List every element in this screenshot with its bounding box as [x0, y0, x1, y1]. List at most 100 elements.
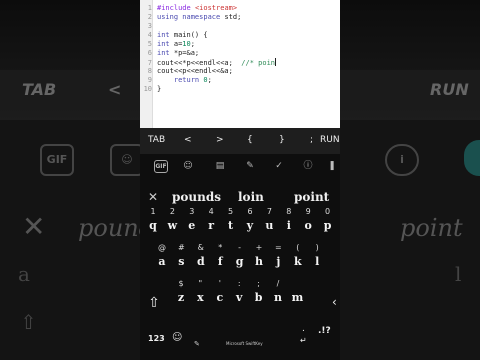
- code-token: 10: [182, 40, 191, 48]
- pen-icon[interactable]: ✎: [194, 340, 200, 348]
- code-line[interactable]: 8 cout<<p<<endl<<&a;: [142, 67, 233, 76]
- code-line[interactable]: 9 return 0;: [142, 76, 212, 85]
- key-secondary-label: /: [276, 279, 280, 288]
- key-p[interactable]: p: [319, 219, 337, 232]
- code-line[interactable]: 2 using namespace std;: [142, 13, 242, 22]
- ghost-run-label: RUN: [430, 80, 469, 99]
- key-secondary-label: @: [158, 243, 166, 252]
- checkmark-icon[interactable]: ✓: [271, 158, 287, 174]
- ghost-suggestion-right: point: [400, 214, 463, 242]
- mic-icon[interactable]: ❚: [324, 158, 340, 174]
- run-button[interactable]: RUN: [320, 135, 340, 145]
- key-i[interactable]: i: [280, 219, 298, 232]
- code-line[interactable]: 7 cout<<*p<<endl<<a; //* poin: [142, 58, 277, 67]
- key-secondary-label: 5: [228, 207, 234, 216]
- key-f[interactable]: f: [211, 255, 229, 268]
- code-token: int: [157, 49, 174, 57]
- close-brace-key[interactable]: }: [279, 135, 285, 145]
- key-secondary-label: &: [197, 243, 204, 252]
- key-secondary-label: 6: [247, 207, 253, 216]
- line-number: 5: [147, 40, 152, 48]
- info-icon[interactable]: ⓘ: [300, 158, 316, 174]
- cursor-left-key[interactable]: <: [184, 135, 192, 145]
- clipboard-icon[interactable]: ▤: [212, 158, 228, 174]
- key-t[interactable]: t: [222, 219, 240, 232]
- code-token: *p=&a;: [173, 49, 200, 57]
- key-s[interactable]: s: [172, 255, 190, 268]
- ghost-close-icon: ✕: [22, 210, 46, 243]
- key-n[interactable]: n: [269, 291, 287, 304]
- code-token: int: [157, 40, 174, 48]
- enter-key[interactable]: ↵: [300, 336, 307, 345]
- key-row-3: $ z " x ' c: v; b / n m: [140, 279, 340, 308]
- ghost-key-l: l: [455, 262, 462, 286]
- key-z[interactable]: z: [172, 291, 190, 304]
- key-secondary-label: 1: [150, 207, 156, 216]
- key-b[interactable]: b: [250, 291, 268, 304]
- code-token: <iostream>: [194, 4, 238, 12]
- key-o[interactable]: o: [299, 219, 317, 232]
- period-key[interactable]: .: [302, 324, 305, 334]
- suggestion-left[interactable]: pounds: [172, 190, 221, 204]
- key-secondary-label: (: [296, 243, 300, 252]
- code-line[interactable]: 10}: [142, 85, 162, 94]
- key-j[interactable]: j: [269, 255, 287, 268]
- extra-keys-bar: TAB < > { } ; RUN: [140, 128, 340, 154]
- key-c[interactable]: c: [211, 291, 229, 304]
- key-u[interactable]: u: [260, 219, 278, 232]
- key-secondary-label: :: [237, 279, 241, 288]
- key-l[interactable]: l: [308, 255, 326, 268]
- translate-icon[interactable]: ✎: [242, 158, 258, 174]
- punctuation-key[interactable]: .!?: [318, 326, 331, 336]
- backspace-key[interactable]: ‹: [332, 295, 337, 309]
- key-k[interactable]: k: [289, 255, 307, 268]
- semicolon-key[interactable]: ;: [310, 135, 313, 145]
- emoji-key[interactable]: ☺: [172, 332, 182, 343]
- number-toggle-key[interactable]: 123: [148, 334, 165, 343]
- code-token: ;: [207, 76, 212, 84]
- ghost-left-label: <: [108, 80, 122, 99]
- key-w[interactable]: w: [163, 219, 181, 232]
- key-q[interactable]: q: [144, 219, 162, 232]
- space-bar[interactable]: Microsoft SwiftKey: [226, 341, 263, 346]
- key-y[interactable]: y: [241, 219, 259, 232]
- shift-key[interactable]: ⇧: [146, 295, 162, 311]
- key-m[interactable]: m: [288, 291, 306, 304]
- key-d[interactable]: d: [192, 255, 210, 268]
- suggestion-center[interactable]: loin: [238, 190, 264, 204]
- code-token: ;: [190, 40, 195, 48]
- ghost-info-icon: i: [385, 144, 419, 176]
- line-number: 2: [147, 13, 152, 21]
- code-token: #include: [157, 4, 195, 12]
- line-number: 4: [147, 31, 152, 39]
- code-token: }: [157, 85, 162, 93]
- code-token: main() {: [173, 31, 208, 39]
- open-brace-key[interactable]: {: [247, 135, 253, 145]
- code-line[interactable]: 4 int main() {: [142, 31, 208, 40]
- code-line[interactable]: 6 int *p=&a;: [142, 49, 199, 58]
- ghost-gif-icon: GIF: [40, 144, 74, 176]
- cursor-right-key[interactable]: >: [216, 135, 224, 145]
- close-suggestions-icon[interactable]: ✕: [148, 190, 158, 204]
- ghost-key-a: a: [18, 262, 30, 286]
- key-a[interactable]: a: [153, 255, 171, 268]
- code-line[interactable]: 5 int a=10;: [142, 40, 195, 49]
- key-r[interactable]: r: [202, 219, 220, 232]
- key-x[interactable]: x: [191, 291, 209, 304]
- key-secondary-label: 2: [169, 207, 175, 216]
- line-number: 8: [147, 67, 152, 75]
- key-secondary-label: $: [178, 279, 184, 288]
- gif-icon[interactable]: GIF: [154, 160, 168, 173]
- key-secondary-label: +: [255, 243, 263, 252]
- key-g[interactable]: g: [231, 255, 249, 268]
- key-v[interactable]: v: [230, 291, 248, 304]
- code-editor[interactable]: 1 #include <iostream> 2 using namespace std…: [140, 0, 340, 128]
- tab-key[interactable]: TAB: [148, 135, 165, 145]
- code-line[interactable]: 1 #include <iostream>: [142, 4, 237, 13]
- code-line[interactable]: 3: [142, 22, 157, 31]
- key-e[interactable]: e: [183, 219, 201, 232]
- key-h[interactable]: h: [250, 255, 268, 268]
- suggestion-right[interactable]: point: [294, 190, 329, 204]
- key-secondary-label: =: [275, 243, 282, 252]
- sticker-icon[interactable]: ☺: [180, 158, 196, 174]
